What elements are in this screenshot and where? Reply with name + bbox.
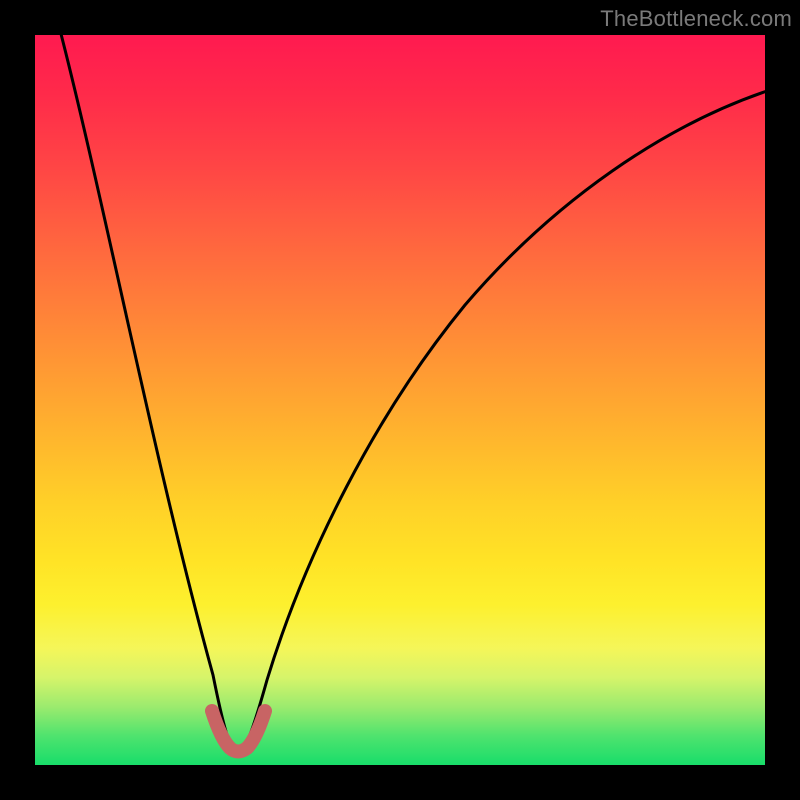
chart-frame: TheBottleneck.com xyxy=(0,0,800,800)
bottleneck-curve-svg xyxy=(35,35,765,765)
chart-plot-area xyxy=(35,35,765,765)
watermark-text: TheBottleneck.com xyxy=(600,6,792,32)
bottleneck-bump-path xyxy=(212,711,265,752)
bottleneck-curve-path xyxy=(60,30,770,753)
